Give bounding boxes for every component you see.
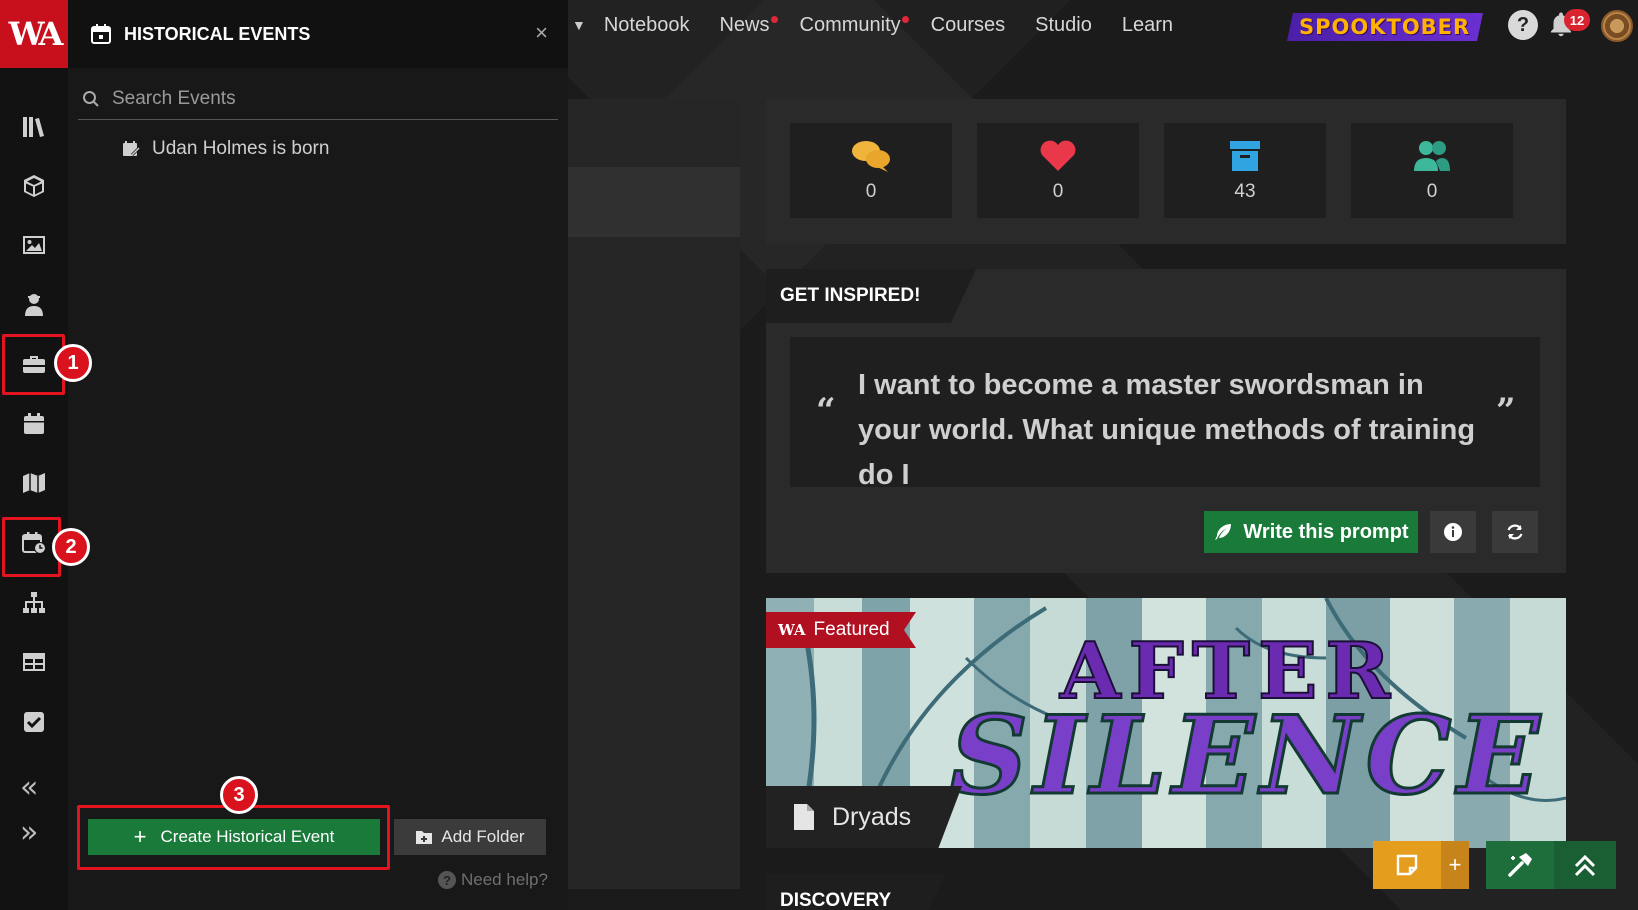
close-quote-icon: ”: [1496, 391, 1516, 431]
nav-community[interactable]: Community: [800, 14, 909, 37]
notification-dot: [901, 15, 909, 23]
avatar[interactable]: [1601, 10, 1633, 42]
stat-value: 43: [1234, 180, 1256, 202]
hammer-icon: [1508, 853, 1532, 877]
secondary-column: [568, 99, 740, 889]
article-title: Dryads: [832, 802, 912, 831]
stat-value: 0: [865, 180, 877, 202]
add-folder-button[interactable]: Add Folder: [394, 819, 546, 855]
info-icon: [1444, 523, 1462, 541]
cube-icon[interactable]: [19, 171, 49, 201]
help-icon: ?: [438, 871, 456, 889]
add-folder-label: Add Folder: [441, 827, 525, 846]
stat-comments[interactable]: 0: [790, 123, 952, 218]
open-quote-icon: “: [816, 391, 836, 431]
write-prompt-button[interactable]: Write this prompt: [1204, 511, 1418, 553]
feather-icon: [1215, 524, 1232, 540]
write-prompt-label: Write this prompt: [1243, 520, 1409, 543]
step-badge-2: 2: [52, 528, 90, 566]
refresh-icon: [1507, 524, 1523, 540]
featured-article-card[interactable]: AFTER SILENCE WA Featured Dryads: [766, 598, 1566, 848]
nav-notebook[interactable]: Notebook: [604, 14, 690, 37]
event-icon: [123, 141, 140, 157]
discovery-heading: DISCOVERY: [766, 874, 946, 910]
stat-archive[interactable]: 43: [1164, 123, 1326, 218]
refresh-button[interactable]: [1492, 511, 1538, 553]
step-badge-3: 3: [220, 776, 258, 814]
expand-icon[interactable]: »: [20, 815, 38, 850]
library-icon[interactable]: [19, 112, 49, 142]
help-icon[interactable]: ?: [1508, 10, 1538, 40]
checkbox-icon[interactable]: [19, 707, 49, 737]
folder-plus-icon: [416, 831, 433, 844]
art-title-bottom: SILENCE: [949, 693, 1546, 819]
list-item[interactable]: Udan Holmes is born: [122, 138, 329, 160]
worldanvil-logo[interactable]: WA: [0, 0, 68, 68]
spooktober-banner[interactable]: SPOOKTOBER: [1287, 13, 1483, 41]
archive-icon: [1230, 140, 1260, 171]
comments-icon: [852, 140, 890, 172]
hierarchy-icon[interactable]: [19, 588, 49, 618]
add-note-button[interactable]: +: [1441, 841, 1469, 889]
nav-studio[interactable]: Studio: [1035, 14, 1092, 37]
heart-icon: [1040, 140, 1076, 171]
tools-button[interactable]: [1486, 841, 1554, 889]
nav-courses[interactable]: Courses: [931, 14, 1005, 37]
need-help-link[interactable]: ? Need help?: [438, 870, 548, 890]
users-icon: [1414, 140, 1450, 171]
search-icon: [83, 90, 99, 107]
featured-ribbon: WA Featured: [766, 612, 916, 648]
table-icon[interactable]: [19, 647, 49, 677]
step-badge-1: 1: [54, 344, 92, 382]
icon-rail: WA « »: [0, 0, 68, 910]
section-heading: GET INSPIRED!: [766, 269, 976, 323]
chevron-down-icon[interactable]: ▼: [572, 17, 586, 33]
calendar-icon: [91, 24, 111, 44]
highlight-create-button: [77, 805, 390, 870]
prompt-text: I want to become a master swordsman in y…: [858, 369, 1476, 491]
stat-likes[interactable]: 0: [977, 123, 1139, 218]
image-icon[interactable]: [19, 230, 49, 260]
stat-value: 0: [1052, 180, 1064, 202]
wa-logo-icon: WA: [778, 621, 806, 639]
character-icon[interactable]: [19, 290, 49, 320]
stats-panel: 0 0 43 0: [766, 99, 1566, 244]
panel-title: HISTORICAL EVENTS: [124, 23, 311, 44]
historical-events-panel: HISTORICAL EVENTS × Udan Holmes is born …: [68, 0, 568, 910]
double-chevron-up-icon: [1574, 854, 1596, 877]
scroll-top-button[interactable]: [1554, 841, 1616, 889]
stat-value: 0: [1426, 180, 1438, 202]
column-stripe: [568, 167, 740, 237]
prompt-quote: “ I want to become a master swordsman in…: [790, 337, 1540, 491]
nav-learn[interactable]: Learn: [1122, 14, 1173, 37]
notification-count-badge: 12: [1564, 9, 1590, 31]
need-help-label: Need help?: [461, 870, 548, 889]
close-icon[interactable]: ×: [535, 20, 548, 46]
info-button[interactable]: [1430, 511, 1476, 553]
event-label: Udan Holmes is born: [152, 138, 330, 159]
search-input[interactable]: [112, 87, 532, 110]
collapse-icon[interactable]: «: [20, 770, 38, 805]
document-icon: [794, 804, 814, 830]
quick-note-button[interactable]: +: [1373, 841, 1469, 889]
map-icon[interactable]: [19, 468, 49, 498]
stat-followers[interactable]: 0: [1351, 123, 1513, 218]
note-icon[interactable]: [1373, 841, 1441, 889]
article-title-tag[interactable]: Dryads: [766, 786, 962, 848]
get-inspired-panel: GET INSPIRED! “ I want to become a maste…: [766, 269, 1566, 573]
featured-label: Featured: [813, 619, 890, 640]
search-bar: [78, 78, 558, 120]
notification-dot: [770, 15, 778, 23]
panel-header: HISTORICAL EVENTS ×: [68, 0, 568, 68]
nav-news[interactable]: News: [719, 14, 778, 37]
calendar-icon[interactable]: [19, 409, 49, 439]
